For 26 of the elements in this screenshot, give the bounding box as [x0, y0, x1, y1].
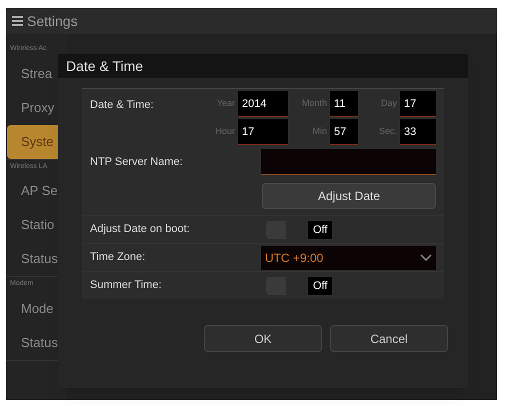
unit-label: Year	[216, 97, 236, 110]
unit-label: Sec.	[378, 125, 398, 138]
unit-label: Hour	[214, 125, 236, 138]
number-field[interactable]: 2014	[238, 91, 288, 117]
dialog-button[interactable]: Cancel	[330, 325, 448, 352]
field-label: Adjust Date on boot:	[90, 222, 191, 238]
unit-label: Day	[380, 97, 398, 110]
input-field[interactable]	[261, 149, 436, 175]
number-field[interactable]: 33	[400, 119, 436, 145]
field-label: NTP Server Name:	[90, 154, 184, 170]
number-field[interactable]: 57	[330, 119, 358, 145]
number-field[interactable]: 11	[330, 91, 358, 117]
number-field[interactable]: 17	[400, 91, 436, 117]
field-label: Summer Time:	[90, 278, 163, 294]
field-label: Date & Time:	[90, 98, 155, 113]
field-label: Time Zone:	[90, 250, 146, 266]
unit-label: Month	[300, 97, 328, 110]
unit-label: Min	[311, 125, 328, 138]
chevron-down-icon	[420, 254, 432, 261]
dialog-button[interactable]: OK	[204, 325, 322, 352]
menu-icon[interactable]	[12, 16, 23, 26]
number-field[interactable]: 17	[238, 119, 288, 145]
header-title: Settings	[27, 12, 78, 31]
adjust-date-button[interactable]: Adjust Date	[262, 183, 436, 209]
time-zone-select[interactable]: UTC +9:00	[260, 246, 436, 270]
dialog-title: Date & Time	[66, 56, 144, 76]
